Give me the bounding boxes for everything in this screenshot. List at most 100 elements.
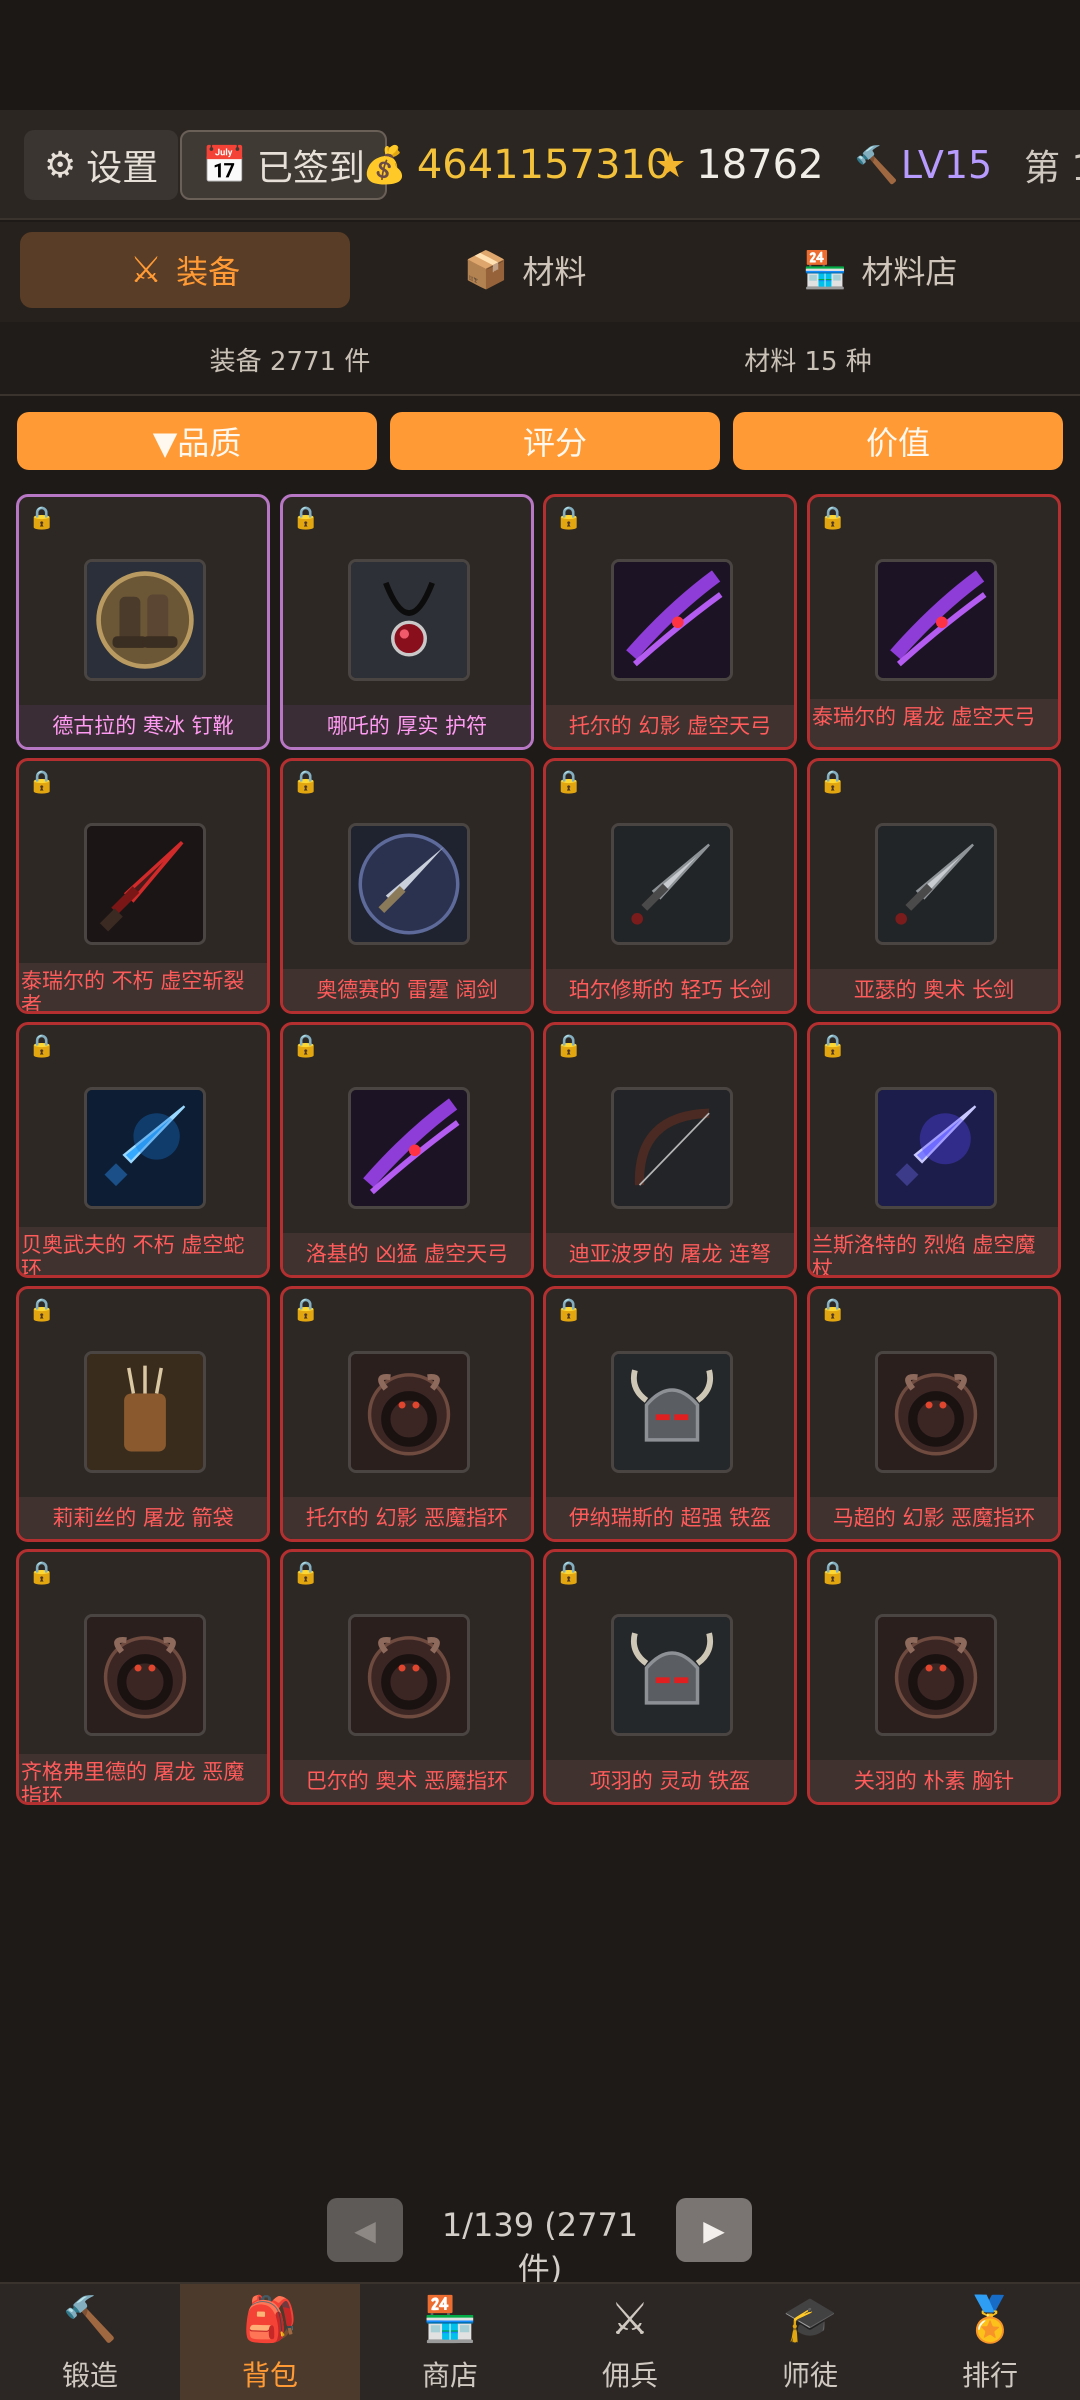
equipment-card[interactable]: 🔒 齐格弗里德的 屠龙 恶魔指环 xyxy=(16,1549,270,1805)
ring-icon xyxy=(875,1614,997,1736)
lock-icon[interactable]: 🔒 xyxy=(818,503,848,533)
nav-label: 师徒 xyxy=(781,2359,838,2392)
graduation-cap-icon: 🎓 xyxy=(782,2294,838,2345)
equipment-card[interactable]: 🔒 伊纳瑞斯的 超强 铁盔 xyxy=(543,1286,797,1542)
prev-page-button[interactable]: ◀ xyxy=(327,2198,403,2262)
equipment-card[interactable]: 🔒 泰瑞尔的 不朽 虚空斩裂者 xyxy=(16,758,270,1014)
equipment-card[interactable]: 🔒 泰瑞尔的 屠龙 虚空天弓 xyxy=(807,494,1061,750)
lock-icon[interactable]: 🔒 xyxy=(27,1031,57,1061)
nav-forge[interactable]: 🔨 锻造 xyxy=(0,2284,180,2400)
lock-icon[interactable]: 🔒 xyxy=(818,1031,848,1061)
equipment-card[interactable]: 🔒 关羽的 朴素 胸针 xyxy=(807,1549,1061,1805)
equipment-card[interactable]: 🔒 奥德赛的 雷霆 阔剑 xyxy=(280,758,534,1014)
boots-icon xyxy=(84,559,206,681)
material-count: 材料 15 种 xyxy=(744,346,872,377)
equipment-name: 托尔的 幻影 虚空天弓 xyxy=(546,705,794,747)
lock-icon[interactable]: 🔒 xyxy=(27,1558,57,1588)
signin-button[interactable]: 📅 已签到 xyxy=(180,130,387,200)
sort-bar: ▼品质 评分 价值 xyxy=(0,412,1080,472)
calendar-icon: 📅 xyxy=(202,145,247,186)
tab-materials[interactable]: 📦 材料 xyxy=(360,232,690,308)
equipment-name: 泰瑞尔的 不朽 虚空斩裂者 xyxy=(19,963,267,1011)
lock-icon[interactable]: 🔒 xyxy=(291,767,321,797)
settings-button[interactable]: ⚙ 设置 xyxy=(24,130,179,200)
ring-icon xyxy=(348,1351,470,1473)
redsword-icon xyxy=(84,823,206,945)
page-indicator: 1/139 (2771件) xyxy=(441,2206,639,2288)
equipment-name: 迪亚波罗的 屠龙 连弩 xyxy=(546,1233,794,1275)
nav-label: 佣兵 xyxy=(601,2359,658,2392)
equipment-card[interactable]: 🔒 马超的 幻影 恶魔指环 xyxy=(807,1286,1061,1542)
lock-icon[interactable]: 🔒 xyxy=(291,1558,321,1588)
nav-shop[interactable]: 🏪 商店 xyxy=(360,2284,540,2400)
rank-text: 第 1 xyxy=(1024,148,1080,189)
next-page-button[interactable]: ▶ xyxy=(676,2198,752,2262)
lock-icon[interactable]: 🔒 xyxy=(818,767,848,797)
equipment-card[interactable]: 🔒 巴尔的 奥术 恶魔指环 xyxy=(280,1549,534,1805)
lock-icon[interactable]: 🔒 xyxy=(27,503,57,533)
bluesword-icon xyxy=(84,1087,206,1209)
nav-ranking[interactable]: 🏅 排行 xyxy=(900,2284,1080,2400)
lock-icon[interactable]: 🔒 xyxy=(291,1031,321,1061)
equipment-card[interactable]: 🔒 托尔的 幻影 虚空天弓 xyxy=(543,494,797,750)
equipment-card[interactable]: 🔒 洛基的 凶猛 虚空天弓 xyxy=(280,1022,534,1278)
hammer-icon: 🔨 xyxy=(854,145,899,186)
equipment-card[interactable]: 🔒 莉莉丝的 屠龙 箭袋 xyxy=(16,1286,270,1542)
lock-icon[interactable]: 🔒 xyxy=(554,1558,584,1588)
lock-icon[interactable]: 🔒 xyxy=(818,1558,848,1588)
equipment-name: 亚瑟的 奥术 长剑 xyxy=(810,969,1058,1011)
equipment-card[interactable]: 🔒 项羽的 灵动 铁盔 xyxy=(543,1549,797,1805)
lock-icon[interactable]: 🔒 xyxy=(27,1295,57,1325)
tab-material-shop[interactable]: 🏪 材料店 xyxy=(715,232,1045,308)
ring-icon xyxy=(875,1351,997,1473)
bottom-navigation: 🔨 锻造 🎒 背包 🏪 商店 ⚔ 佣兵 🎓 师徒 🏅 排行 xyxy=(0,2282,1080,2400)
voidbow-icon xyxy=(611,559,733,681)
equipment-name: 莉莉丝的 屠龙 箭袋 xyxy=(19,1497,267,1539)
lock-icon[interactable]: 🔒 xyxy=(554,1295,584,1325)
gold-display: 💰 4641157310 xyxy=(362,130,671,200)
lock-icon[interactable]: 🔒 xyxy=(291,1295,321,1325)
equipment-card[interactable]: 🔒 亚瑟的 奥术 长剑 xyxy=(807,758,1061,1014)
quiver-icon xyxy=(84,1351,206,1473)
equipment-name: 伊纳瑞斯的 超强 铁盔 xyxy=(546,1497,794,1539)
broadsword-icon xyxy=(348,823,470,945)
store-icon: 🏪 xyxy=(802,250,848,291)
equipment-name: 齐格弗里德的 屠龙 恶魔指环 xyxy=(19,1754,267,1802)
equipment-name: 项羽的 灵动 铁盔 xyxy=(546,1760,794,1802)
ring-icon xyxy=(348,1614,470,1736)
tab-equipment[interactable]: ⚔ 装备 xyxy=(20,232,350,308)
sort-quality-button[interactable]: ▼品质 xyxy=(17,412,377,470)
amulet-icon xyxy=(348,559,470,681)
equipment-card[interactable]: 🔒 托尔的 幻影 恶魔指环 xyxy=(280,1286,534,1542)
equipment-name: 珀尔修斯的 轻巧 长剑 xyxy=(546,969,794,1011)
crossed-swords-icon: ⚔ xyxy=(129,249,163,291)
equipment-card[interactable]: 🔒 迪亚波罗的 屠龙 连弩 xyxy=(543,1022,797,1278)
money-bag-icon: 💰 xyxy=(362,145,407,186)
lock-icon[interactable]: 🔒 xyxy=(818,1295,848,1325)
equipment-card[interactable]: 🔒 兰斯洛特的 烈焰 虚空魔杖 xyxy=(807,1022,1061,1278)
sort-score-button[interactable]: 评分 xyxy=(390,412,720,470)
lock-icon[interactable]: 🔒 xyxy=(554,503,584,533)
equipment-card[interactable]: 🔒 德古拉的 寒冰 钉靴 xyxy=(16,494,270,750)
equipment-card[interactable]: 🔒 珀尔修斯的 轻巧 长剑 xyxy=(543,758,797,1014)
equipment-card[interactable]: 🔒 哪吒的 厚实 护符 xyxy=(280,494,534,750)
lock-icon[interactable]: 🔒 xyxy=(554,767,584,797)
lock-icon[interactable]: 🔒 xyxy=(554,1031,584,1061)
helm-icon xyxy=(611,1351,733,1473)
category-tabs: ⚔ 装备 📦 材料 🏪 材料店 xyxy=(0,222,1080,322)
backpack-icon: 🎒 xyxy=(242,2294,298,2345)
lock-icon[interactable]: 🔒 xyxy=(291,503,321,533)
medal-icon: 🏅 xyxy=(962,2294,1018,2345)
equipment-card[interactable]: 🔒 贝奥武夫的 不朽 虚空蛇环 xyxy=(16,1022,270,1278)
nav-backpack[interactable]: 🎒 背包 xyxy=(180,2284,360,2400)
equipment-name: 哪吒的 厚实 护符 xyxy=(283,705,531,747)
sort-value-button[interactable]: 价值 xyxy=(733,412,1063,470)
nav-mentor[interactable]: 🎓 师徒 xyxy=(720,2284,900,2400)
star-display: ★ 18762 xyxy=(654,130,824,200)
equipment-name: 关羽的 朴素 胸针 xyxy=(810,1760,1058,1802)
nav-mercenary[interactable]: ⚔ 佣兵 xyxy=(540,2284,720,2400)
nav-label: 排行 xyxy=(961,2359,1018,2392)
lock-icon[interactable]: 🔒 xyxy=(27,767,57,797)
crossed-swords-icon: ⚔ xyxy=(610,2294,650,2345)
bluesword2-icon xyxy=(875,1087,997,1209)
